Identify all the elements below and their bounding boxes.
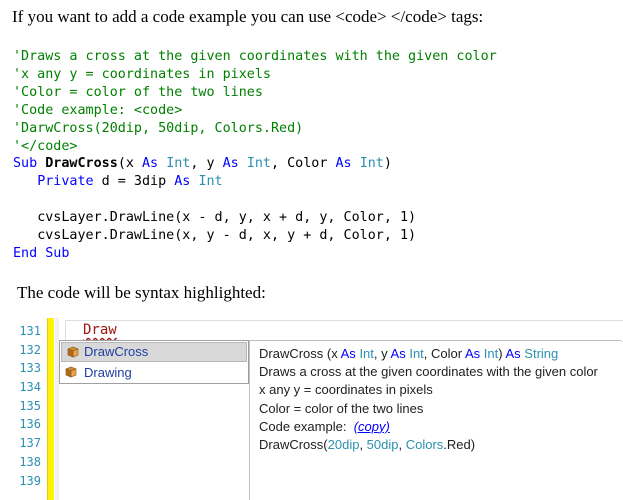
tooltip-code-example: Code example: (copy) <box>259 418 621 436</box>
ex-arg: 20dip <box>327 437 360 453</box>
current-line-highlight <box>65 320 623 342</box>
line-number: 131 <box>19 324 41 338</box>
code-text: d = 3dip <box>93 174 175 190</box>
method-icon <box>67 346 79 358</box>
documentation-tooltip: DrawCross (x As Int, y As Int, Color As … <box>249 340 621 500</box>
code-example: 'Draws a cross at the given coordinates … <box>13 48 497 263</box>
keyword-as: As <box>222 156 239 172</box>
code-comment: 'Color = color of the two lines <box>13 84 263 100</box>
code-comment: 'Draws a cross at the given coordinates … <box>13 49 497 64</box>
line-number: 136 <box>19 417 41 432</box>
autocomplete-label: Drawing <box>84 365 132 380</box>
tooltip-param-color: Color = color of the two lines <box>259 400 424 416</box>
method-icon <box>65 366 77 378</box>
sig-name: DrawCross <box>259 346 324 361</box>
keyword-as: As <box>174 174 191 190</box>
code-comment: 'x any y = coordinates in pixels <box>13 66 271 82</box>
ex-text: , <box>359 437 367 453</box>
type-int: Int <box>198 174 223 190</box>
sig-as: As <box>340 346 356 361</box>
line-number: 133 <box>19 361 41 376</box>
sig-text: (x <box>323 346 341 361</box>
autocomplete-item[interactable]: DrawCross <box>61 342 247 362</box>
outro-text: The code will be syntax highlighted: <box>17 283 266 302</box>
sig-text: , Color <box>423 346 465 361</box>
sig-type: Int <box>483 346 499 361</box>
type-int: Int <box>246 156 271 172</box>
copy-link[interactable]: (copy) <box>354 419 390 434</box>
code-text: , Color <box>271 156 336 172</box>
type-int: Int <box>166 156 191 172</box>
intro-text: If you want to add a code example you ca… <box>12 7 484 26</box>
code-text: (x <box>117 156 142 172</box>
ex-arg: 50dip <box>366 437 399 453</box>
sub-name: DrawCross <box>45 156 118 172</box>
line-number: 132 <box>19 342 41 357</box>
sig-type: Int <box>409 346 424 361</box>
line-number: 134 <box>19 380 41 395</box>
keyword-private: Private <box>37 174 94 190</box>
line-number: 137 <box>19 436 41 451</box>
code-text: ) <box>383 156 392 172</box>
code-line: cvsLayer.DrawLine(x, y - d, x, y + d, Co… <box>37 228 417 244</box>
line-number-gutter: 131 132 133 134 135 136 137 138 139 <box>13 322 43 490</box>
tooltip-description: Draws a cross at the given coordinates w… <box>259 364 598 380</box>
ex-arg: Colors <box>405 437 444 453</box>
ex-text: , <box>398 437 406 453</box>
sig-type: Int <box>359 346 374 361</box>
sig-as: As <box>390 346 406 361</box>
keyword-as: As <box>142 156 159 172</box>
code-editor[interactable]: 131 132 133 134 135 136 137 138 139 Draw… <box>0 318 623 500</box>
sig-as: As <box>505 346 521 361</box>
sig-type: String <box>524 346 559 361</box>
type-int: Int <box>359 156 384 172</box>
signature-line: DrawCross (x As Int, y As Int, Color As … <box>259 345 621 363</box>
change-marker-bar <box>47 318 54 500</box>
autocomplete-list[interactable]: DrawCross Drawing <box>59 340 249 384</box>
code-line: cvsLayer.DrawLine(x - d, y, x + d, y, Co… <box>37 210 417 226</box>
sig-text: , y <box>373 346 391 361</box>
typed-text[interactable]: Draw <box>83 322 117 338</box>
keyword-end-sub: End Sub <box>13 245 70 261</box>
line-number: 138 <box>19 454 41 469</box>
keyword-as: As <box>335 156 352 172</box>
code-example-label: Code example: <box>259 418 347 434</box>
keyword-sub: Sub <box>13 156 38 172</box>
code-comment: 'DarwCross(20dip, 50dip, Colors.Red) <box>13 120 304 136</box>
line-number: 135 <box>19 398 41 413</box>
autocomplete-label: DrawCross <box>84 344 149 359</box>
tooltip-param-xy: x any y = coordinates in pixels <box>259 382 433 398</box>
line-number: 139 <box>19 473 41 488</box>
code-text: , y <box>190 156 223 172</box>
autocomplete-item[interactable]: Drawing <box>60 363 248 383</box>
sig-as: As <box>464 346 481 361</box>
tooltip-example-call: DrawCross(20dip, 50dip, Colors.Red) <box>259 436 621 454</box>
ex-text: .Red) <box>443 437 476 453</box>
code-comment: 'Code example: <code> <box>13 102 183 118</box>
code-comment: '</code> <box>13 138 78 154</box>
ex-text: DrawCross( <box>259 437 328 453</box>
